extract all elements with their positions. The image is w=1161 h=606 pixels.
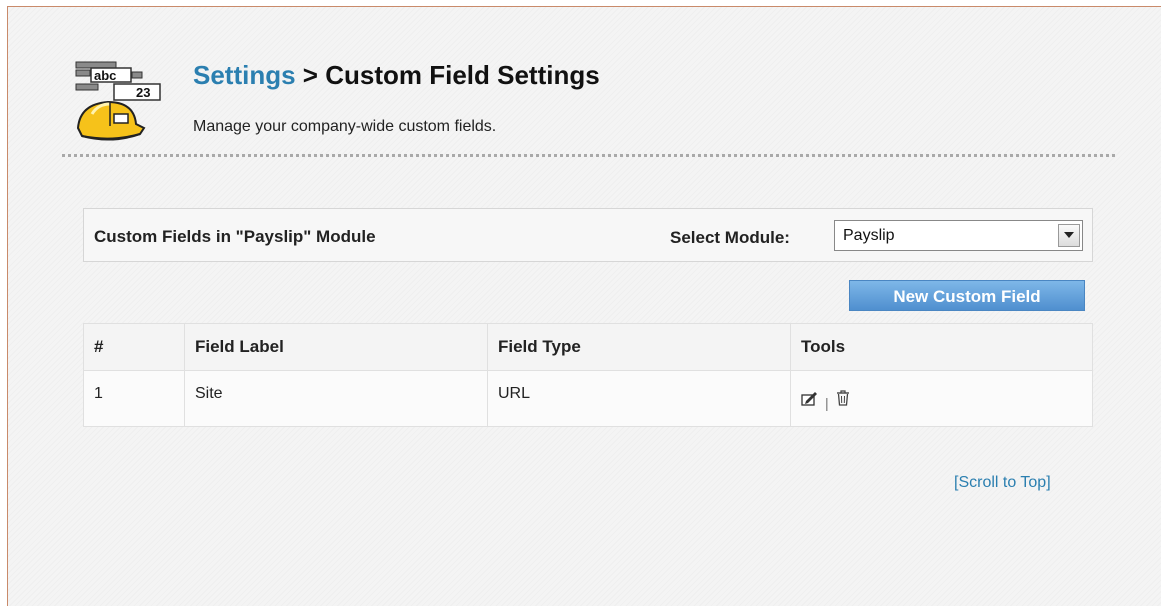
module-select[interactable]: Payslip [834, 220, 1083, 251]
edit-icon[interactable] [801, 390, 819, 411]
new-custom-field-button[interactable]: New Custom Field [849, 280, 1085, 311]
row-tools: | [790, 370, 1093, 427]
header-divider [62, 154, 1115, 157]
delete-icon[interactable] [835, 389, 851, 412]
select-module-label: Select Module: [670, 228, 790, 247]
page-title-text: Custom Field Settings [325, 60, 600, 90]
column-header-number: # [83, 323, 185, 371]
svg-text:23: 23 [136, 85, 150, 100]
page-title: Settings > Custom Field Settings [193, 60, 600, 91]
svg-text:abc: abc [94, 68, 116, 83]
tool-separator: | [825, 394, 829, 411]
table-row: 1 Site URL | [83, 370, 1093, 427]
page-subtitle: Manage your company-wide custom fields. [193, 118, 497, 135]
column-header-field-label: Field Label [184, 323, 488, 371]
custom-fields-table: # Field Label Field Type Tools 1 Site UR… [83, 323, 1093, 427]
table-header-row: # Field Label Field Type Tools [83, 323, 1093, 371]
scroll-to-top-link[interactable]: [Scroll to Top] [954, 474, 1051, 492]
custom-fields-hardhat-icon: abc 23 [74, 58, 166, 150]
module-select-value: Payslip [843, 227, 895, 244]
module-selector-bar: Custom Fields in "Payslip" Module Select… [83, 208, 1093, 262]
column-header-tools: Tools [790, 323, 1093, 371]
breadcrumb-separator: > [295, 60, 326, 90]
row-field-type: URL [487, 370, 791, 427]
row-field-label: Site [184, 370, 488, 427]
column-header-field-type: Field Type [487, 323, 791, 371]
chevron-down-icon[interactable] [1058, 224, 1080, 247]
breadcrumb-settings-link[interactable]: Settings [193, 60, 296, 90]
row-number: 1 [83, 370, 185, 427]
module-bar-title: Custom Fields in "Payslip" Module [94, 227, 376, 246]
